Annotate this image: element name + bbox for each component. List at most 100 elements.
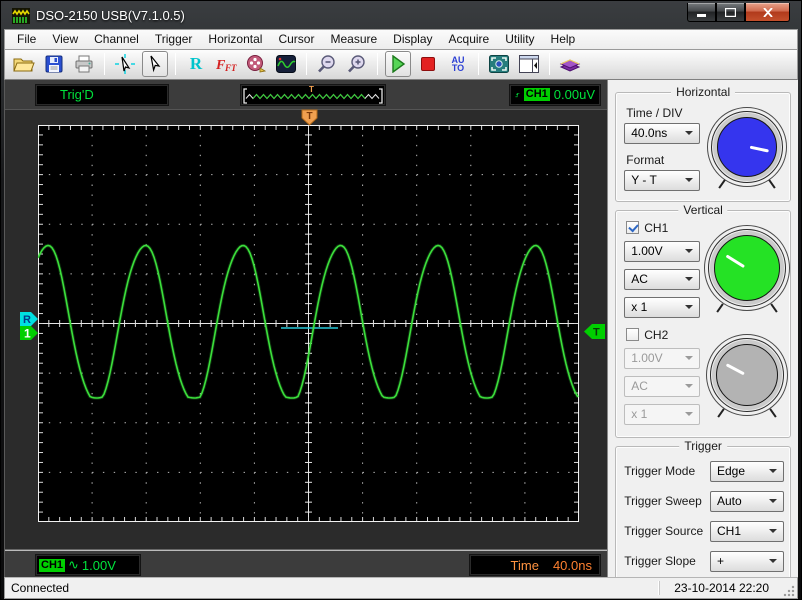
- trigger-source-value: CH1: [717, 524, 742, 539]
- tracking-cursor-icon: [115, 54, 135, 75]
- horizontal-group: Horizontal Time / DIV 40.0ns Format Y - …: [615, 84, 791, 202]
- ch1-checkbox[interactable]: [626, 221, 640, 235]
- ch1-probe-select[interactable]: x 1: [624, 296, 701, 318]
- waveform-display-icon: [276, 55, 296, 74]
- format-label: Format: [626, 152, 665, 167]
- chevron-down-icon: [685, 384, 694, 389]
- chevron-down-icon: [685, 305, 694, 310]
- stop-button[interactable]: [415, 51, 441, 77]
- channel1-volts-div: 1.00V: [81, 557, 116, 573]
- window-title: DSO-2150 USB(V7.1.0.5): [36, 8, 185, 24]
- channel1-position-marker[interactable]: 1: [20, 325, 38, 340]
- menu-utility[interactable]: Utility: [497, 30, 542, 48]
- ch1-coupling-value: AC: [631, 272, 648, 287]
- panel-toggle-button[interactable]: [516, 51, 542, 77]
- format-select[interactable]: Y - T: [624, 169, 701, 191]
- menu-display[interactable]: Display: [385, 30, 440, 48]
- film-reel-icon: [247, 55, 266, 73]
- open-button[interactable]: [11, 51, 37, 77]
- reference-level-marker[interactable]: R: [20, 311, 38, 326]
- fft-button[interactable]: F FT: [213, 51, 239, 77]
- buffer-preview-box[interactable]: T: [240, 83, 386, 106]
- scope-screen: [38, 124, 579, 522]
- waveform-display-button[interactable]: [273, 51, 299, 77]
- save-button[interactable]: [41, 51, 67, 77]
- ch2-coupling-value: AC: [631, 379, 648, 394]
- tracking-cursor-button[interactable]: [112, 51, 138, 77]
- svg-text:T: T: [307, 111, 313, 122]
- save-icon: [45, 55, 63, 73]
- ch1-probe-value: x 1: [631, 300, 648, 315]
- stop-icon: [421, 57, 435, 72]
- close-button[interactable]: [745, 3, 790, 22]
- record-button[interactable]: [243, 51, 269, 77]
- ch1-volts-select[interactable]: 1.00V: [624, 240, 701, 262]
- menu-trigger[interactable]: Trigger: [147, 30, 201, 48]
- menu-cursor[interactable]: Cursor: [270, 30, 322, 48]
- menu-view[interactable]: View: [44, 30, 86, 48]
- trigger-sweep-select[interactable]: Auto: [710, 490, 784, 512]
- start-button[interactable]: [385, 51, 411, 78]
- trigger-source-select[interactable]: CH1: [710, 520, 784, 542]
- chevron-down-icon: [769, 529, 777, 534]
- trigger-source-row: Trigger Source CH1: [624, 520, 784, 542]
- chevron-down-icon: [685, 277, 694, 282]
- menu-acquire[interactable]: Acquire: [441, 30, 498, 48]
- resize-grip[interactable]: [783, 585, 795, 598]
- horizontal-position-knob[interactable]: [707, 106, 788, 189]
- ch2-position-knob[interactable]: [706, 334, 789, 418]
- ch2-checkbox[interactable]: [626, 328, 640, 342]
- refresh-button[interactable]: R: [183, 51, 209, 77]
- trigger-sweep-value: Auto: [717, 494, 742, 509]
- zoom-in-icon: [348, 55, 365, 73]
- horizontal-group-title: Horizontal: [671, 84, 736, 99]
- vertical-group-title: Vertical: [678, 202, 728, 217]
- time-div-select[interactable]: 40.0ns: [624, 122, 701, 144]
- toolbar-separator: [549, 53, 550, 76]
- menu-horizontal[interactable]: Horizontal: [200, 30, 270, 48]
- work-area: Trig'D T CH1 0.00uV R 1 T T CH1 ∿ 1.00V …: [4, 79, 798, 578]
- fullscreen-button[interactable]: [486, 51, 512, 77]
- trigger-channel-badge: CH1: [523, 88, 550, 102]
- ch1-coupling-select[interactable]: AC: [624, 268, 701, 290]
- time-value: 40.0ns: [552, 557, 592, 573]
- zoom-in-button[interactable]: [344, 51, 370, 77]
- print-button[interactable]: [71, 51, 97, 77]
- buffer-preview-waveform: T: [243, 85, 383, 104]
- time-div-value: 40.0ns: [631, 126, 668, 141]
- trigger-sweep-row: Trigger Sweep Auto: [624, 490, 784, 512]
- time-div-label: Time / DIV: [626, 105, 683, 120]
- format-value: Y - T: [631, 173, 657, 188]
- rising-edge-icon: [515, 92, 520, 97]
- menu-measure[interactable]: Measure: [322, 30, 385, 48]
- chevron-down-icon: [685, 178, 694, 183]
- scope-display-area: R 1 T T: [5, 109, 608, 550]
- menu-help[interactable]: Help: [543, 30, 584, 48]
- trigger-slope-value: +: [717, 554, 725, 569]
- select-cursor-button[interactable]: [142, 51, 168, 78]
- toolbar-separator: [478, 53, 479, 76]
- trigger-group-title: Trigger: [679, 438, 727, 453]
- menu-bar: File View Channel Trigger Horizontal Cur…: [4, 28, 798, 50]
- help-button[interactable]: [557, 51, 583, 77]
- auto-button[interactable]: AU TO: [445, 51, 471, 77]
- maximize-button[interactable]: [716, 3, 745, 22]
- toolbar-separator: [175, 53, 176, 76]
- trigger-mode-select[interactable]: Edge: [710, 460, 784, 482]
- ch1-position-knob[interactable]: [704, 225, 790, 313]
- help-book-icon: [559, 59, 581, 72]
- play-icon: [392, 55, 406, 74]
- trigger-level-marker[interactable]: T: [584, 323, 605, 339]
- menu-file[interactable]: File: [9, 30, 44, 48]
- minimize-button[interactable]: [687, 3, 716, 22]
- svg-text:FT: FT: [224, 63, 237, 73]
- trigger-slope-select[interactable]: +: [710, 550, 784, 572]
- zoom-out-button[interactable]: [314, 51, 340, 77]
- title-bar[interactable]: DSO-2150 USB(V7.1.0.5): [4, 1, 798, 29]
- panel-layout-icon: [519, 55, 539, 74]
- ch2-volts-value: 1.00V: [631, 351, 663, 366]
- select-cursor-icon: [150, 55, 161, 73]
- trigger-position-marker[interactable]: T: [301, 109, 318, 126]
- menu-channel[interactable]: Channel: [86, 30, 147, 48]
- toolbar-separator: [377, 53, 378, 76]
